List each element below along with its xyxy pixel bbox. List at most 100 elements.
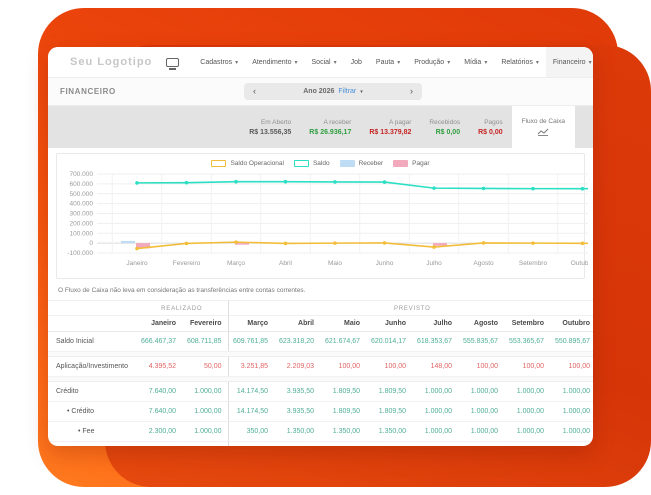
chevron-down-icon: ▾ [295, 59, 298, 66]
nav-item-financeiro[interactable]: Financeiro▾ [546, 47, 593, 77]
legend-item-receber[interactable]: Receber [340, 160, 384, 167]
cell-value: 0,00 [320, 442, 366, 447]
row-label: Aplicação/Investimento [48, 357, 136, 377]
row-label: Crédito [48, 382, 136, 402]
cell-value: 550.895,67 [550, 332, 593, 352]
month-header-janeiro: Janeiro [136, 316, 182, 332]
page-header: FINANCEIRO ‹ Ano 2026 Filtrar ▾ › [48, 78, 593, 106]
cell-value: 0,00 [228, 442, 274, 447]
month-header-outubro: Outubro [550, 316, 593, 332]
cell-value: 621.674,67 [320, 332, 366, 352]
monitor-icon [166, 58, 179, 67]
screenshot-stage: Seu Logotipo Cadastros▾Atendimento▾Socia… [0, 0, 651, 495]
nav-item-relato-rios[interactable]: Relatórios▾ [494, 47, 546, 77]
svg-text:700.000: 700.000 [70, 171, 94, 178]
cell-value: 100,00 [458, 357, 504, 377]
financial-table: REALIZADO PREVISTO JaneiroFevereiroMarço… [48, 301, 593, 446]
legend-item-saldo[interactable]: Saldo [294, 160, 330, 167]
legend-swatch [340, 160, 355, 167]
group-header-realizado: REALIZADO [136, 301, 228, 316]
app-logo: Seu Logotipo [48, 56, 166, 68]
cell-value: 0,00 [182, 442, 228, 447]
filter-link[interactable]: Filtrar [338, 88, 356, 95]
group-header-spacer [48, 301, 136, 316]
svg-text:Abril: Abril [279, 260, 293, 267]
svg-text:Setembro: Setembro [519, 260, 548, 267]
row-label: • Crédito [48, 402, 136, 422]
svg-text:200.000: 200.000 [70, 220, 94, 227]
svg-text:Janeiro: Janeiro [126, 260, 148, 267]
nav-menu: Cadastros▾Atendimento▾Social▾JobPauta▾Pr… [193, 47, 593, 77]
svg-text:Março: Março [227, 260, 245, 267]
filter-caret-icon: ▾ [360, 89, 363, 95]
cell-value: 1.809,50 [366, 382, 412, 402]
table-row-cre-dito: Crédito7.640,001.000,0014.174,503.935,50… [48, 382, 593, 402]
cell-value: 1.000,00 [458, 422, 504, 442]
chevron-down-icon: ▾ [235, 59, 238, 66]
next-year-button[interactable]: › [410, 87, 413, 96]
table-group-header-row: REALIZADO PREVISTO [48, 301, 593, 316]
legend-item-pagar[interactable]: Pagar [393, 160, 429, 167]
stat-recebidos: RecebidosR$ 0,00 [420, 106, 469, 148]
table-month-header-row: JaneiroFevereiroMarçoAbrilMaioJunhoJulho… [48, 316, 593, 332]
month-header-agosto: Agosto [458, 316, 504, 332]
nav-item-atendimento[interactable]: Atendimento▾ [245, 47, 304, 77]
cell-value: 14.174,50 [228, 402, 274, 422]
cell-value: 0,00 [504, 442, 550, 447]
cashflow-note: O Fluxo de Caixa não leva em consideraçã… [48, 279, 593, 301]
cell-value: 618.353,67 [412, 332, 458, 352]
cell-value: 1.000,00 [550, 422, 593, 442]
cell-value: 1.000,00 [182, 422, 228, 442]
cell-value: 50,00 [182, 357, 228, 377]
cell-value: 1.350,00 [366, 422, 412, 442]
cell-value: 4.395,52 [136, 357, 182, 377]
month-header-junho: Junho [366, 316, 412, 332]
cell-value: 0,00 [458, 442, 504, 447]
strip-end [575, 106, 593, 148]
nav-item-produc-a-o[interactable]: Produção▾ [407, 47, 457, 77]
month-header-marc-o: Março [228, 316, 274, 332]
svg-text:Junho: Junho [376, 260, 394, 267]
svg-text:Agosto: Agosto [473, 260, 494, 267]
cell-value: 609.761,85 [228, 332, 274, 352]
cell-value: 0,00 [366, 442, 412, 447]
legend-item-saldo-operacional[interactable]: Saldo Operacional [211, 160, 283, 167]
cell-value: 100,00 [320, 357, 366, 377]
app-window: Seu Logotipo Cadastros▾Atendimento▾Socia… [48, 47, 593, 446]
cell-value: 1.350,00 [320, 422, 366, 442]
nav-item-mi-dia[interactable]: Mídia▾ [457, 47, 494, 77]
chevron-down-icon: ▾ [484, 59, 487, 66]
cell-value: 3.935,50 [274, 402, 320, 422]
nav-item-cadastros[interactable]: Cadastros▾ [193, 47, 245, 77]
cell-value: 1.000,00 [412, 382, 458, 402]
table-row-honora-rio: • Honorário0,000,000,000,000,000,000,000… [48, 442, 593, 447]
cell-value: 148,00 [412, 357, 458, 377]
stat-a-pagar: A pagarR$ 13.379,82 [360, 106, 420, 148]
table-row-cre-dito: • Crédito7.640,001.000,0014.174,503.935,… [48, 402, 593, 422]
row-label: Saldo Inicial [48, 332, 136, 352]
legend-swatch [294, 160, 309, 167]
stat-em-aberto: Em AbertoR$ 13.556,35 [240, 106, 300, 148]
month-header-setembro: Setembro [504, 316, 550, 332]
cell-value: 1.350,00 [274, 422, 320, 442]
month-header-spacer [48, 316, 136, 332]
top-nav: Seu Logotipo Cadastros▾Atendimento▾Socia… [48, 47, 593, 78]
cell-value: 1.000,00 [458, 402, 504, 422]
nav-item-job[interactable]: Job [344, 47, 369, 77]
year-label: Ano 2026 [303, 88, 334, 95]
nav-item-social[interactable]: Social▾ [305, 47, 344, 77]
cashflow-tab[interactable]: Fluxo de Caixa [512, 106, 575, 148]
stat-a-receber: A receberR$ 26.936,17 [300, 106, 360, 148]
cell-value: 1.000,00 [182, 402, 228, 422]
svg-text:Fevereiro: Fevereiro [173, 260, 201, 267]
nav-item-pauta[interactable]: Pauta▾ [369, 47, 407, 77]
prev-year-button[interactable]: ‹ [253, 87, 256, 96]
cell-value: 100,00 [550, 357, 593, 377]
page-title: FINANCEIRO [48, 87, 116, 96]
chevron-down-icon: ▾ [397, 59, 400, 66]
cashflow-tab-label: Fluxo de Caixa [522, 118, 565, 125]
cell-value: 2.209,03 [274, 357, 320, 377]
svg-text:Julho: Julho [426, 260, 442, 267]
cell-value: 1.000,00 [458, 382, 504, 402]
cell-value: 1.000,00 [504, 382, 550, 402]
